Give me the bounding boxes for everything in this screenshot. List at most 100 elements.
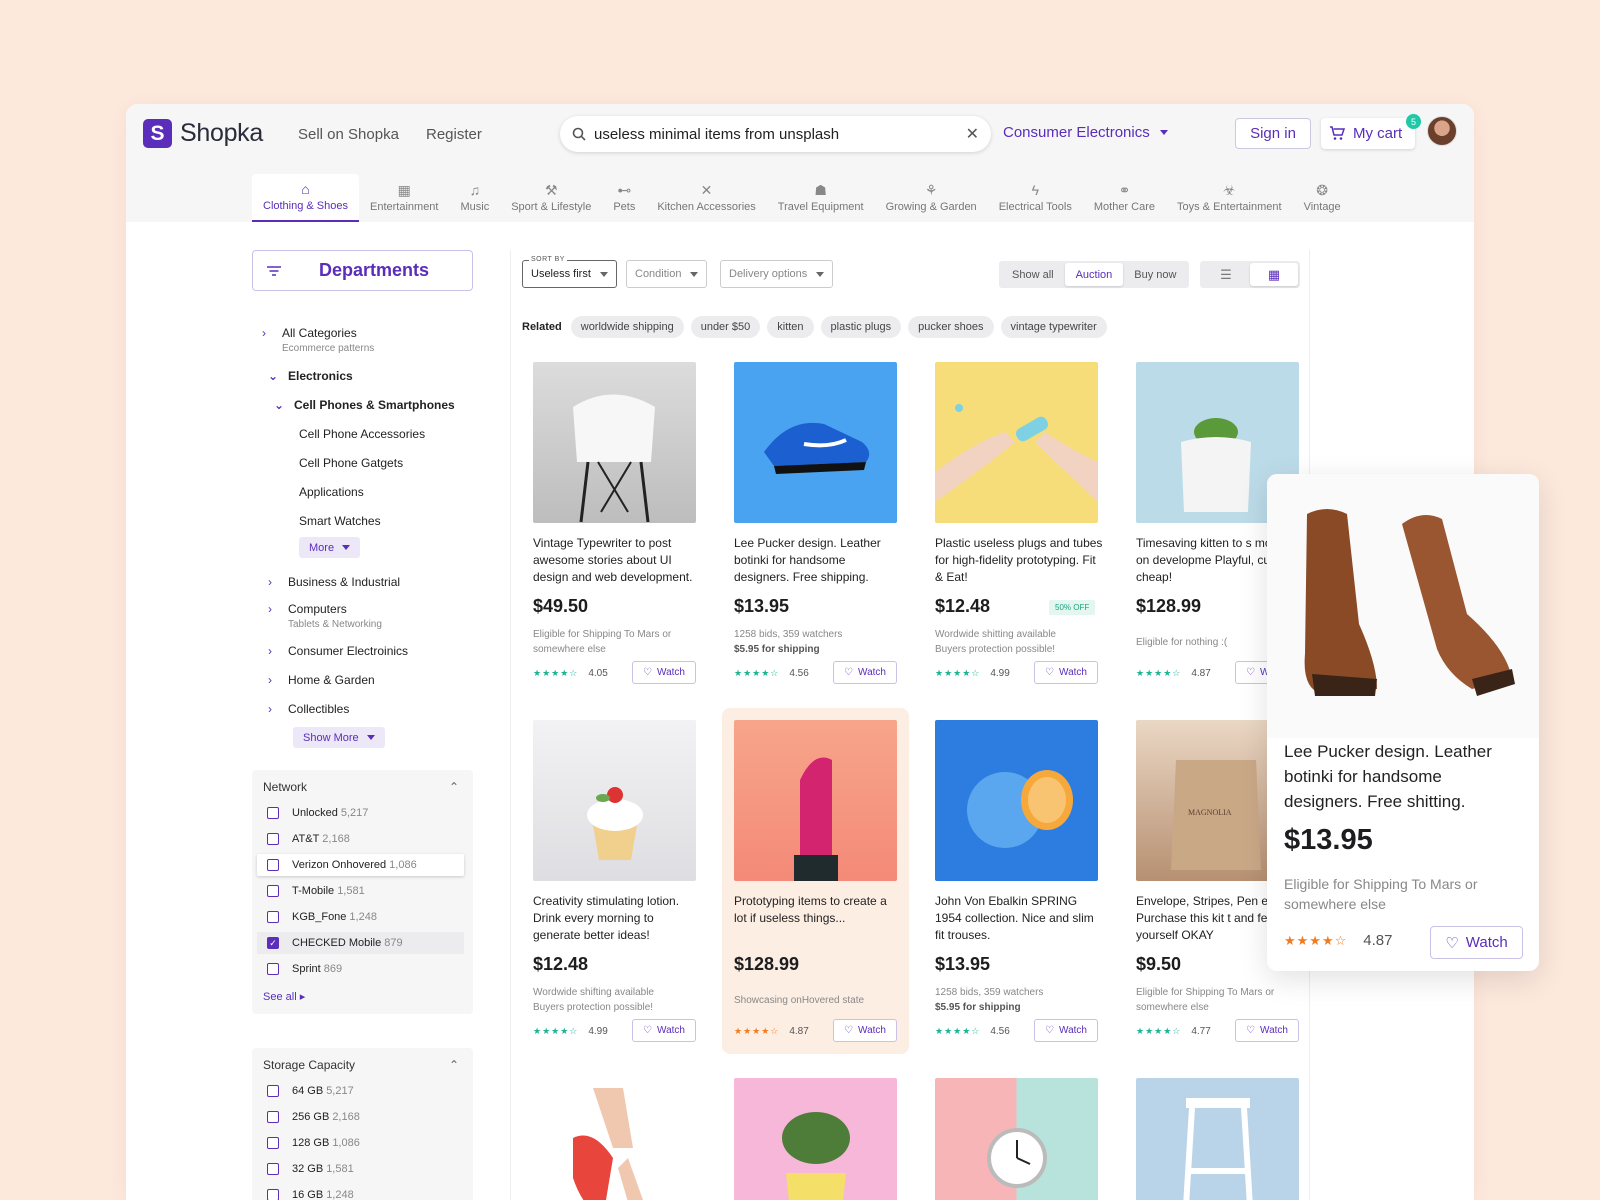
- storage-option[interactable]: 128 GB 1,086: [257, 1132, 464, 1154]
- tree-computers[interactable]: › Computers Tablets & Networking: [268, 602, 382, 630]
- logo[interactable]: S Shopka: [143, 119, 263, 148]
- product-image[interactable]: [734, 362, 897, 523]
- product-preview-image[interactable]: [1267, 474, 1539, 738]
- product-card[interactable]: [722, 1066, 909, 1200]
- storage-option[interactable]: 256 GB 2,168: [257, 1106, 464, 1128]
- tab-growing-garden[interactable]: ⚘ Growing & Garden: [875, 174, 988, 222]
- related-chip[interactable]: under $50: [690, 316, 761, 338]
- network-option[interactable]: Unlocked 5,217: [257, 802, 464, 824]
- show-more-button[interactable]: Show More: [293, 727, 385, 748]
- product-card-hovered[interactable]: Prototyping items to create a lot if use…: [722, 708, 909, 1054]
- checkbox[interactable]: [267, 1189, 279, 1200]
- tab-electrical-tools[interactable]: ϟ Electrical Tools: [988, 174, 1083, 222]
- product-title[interactable]: Creativity stimulating lotion. Drink eve…: [533, 893, 701, 944]
- checkbox[interactable]: [267, 1085, 279, 1097]
- segment-buy-now[interactable]: Buy now: [1123, 263, 1187, 286]
- chevron-up-icon[interactable]: ⌃: [449, 780, 459, 794]
- related-chip[interactable]: pucker shoes: [908, 316, 994, 338]
- product-image[interactable]: [935, 362, 1098, 523]
- product-title[interactable]: Vintage Typewriter to post awesome stori…: [533, 535, 701, 586]
- network-option[interactable]: ✓ CHECKED Mobile 879: [257, 932, 464, 954]
- tab-toys-entertainment[interactable]: ☣ Toys & Entertainment: [1166, 174, 1293, 222]
- tree-consumer-electronics[interactable]: › Consumer Electroinics: [268, 644, 408, 658]
- tab-mother-care[interactable]: ⚭ Mother Care: [1083, 174, 1166, 222]
- avatar[interactable]: [1427, 116, 1457, 146]
- delivery-dropdown[interactable]: Delivery options: [720, 260, 834, 288]
- category-select[interactable]: Consumer Electronics: [1003, 124, 1168, 141]
- product-card[interactable]: Plastic useless plugs and tubes for high…: [923, 350, 1110, 696]
- condition-dropdown[interactable]: Condition: [626, 260, 708, 288]
- product-title[interactable]: Lee Pucker design. Leather botinki for h…: [734, 535, 902, 586]
- network-option[interactable]: Sprint 869: [257, 958, 464, 980]
- sell-link[interactable]: Sell on Shopka: [298, 126, 399, 143]
- tree-applications[interactable]: Applications: [299, 485, 364, 499]
- product-image[interactable]: [734, 1078, 897, 1200]
- related-chip[interactable]: plastic plugs: [820, 316, 902, 338]
- product-image[interactable]: [935, 720, 1098, 881]
- search-input[interactable]: [594, 125, 966, 143]
- grid-view-icon[interactable]: ▦: [1250, 263, 1298, 286]
- tree-home-garden[interactable]: › Home & Garden: [268, 673, 375, 687]
- network-option[interactable]: KGB_Fone 1,248: [257, 906, 464, 928]
- checkbox-checked-icon[interactable]: ✓: [267, 937, 279, 949]
- product-image[interactable]: [533, 362, 696, 523]
- network-option[interactable]: T-Mobile 1,581: [257, 880, 464, 902]
- product-image[interactable]: [533, 1078, 696, 1200]
- checkbox[interactable]: [267, 833, 279, 845]
- product-card[interactable]: [923, 1066, 1110, 1200]
- clear-search-icon[interactable]: ✕: [966, 124, 979, 144]
- checkbox[interactable]: [267, 1137, 279, 1149]
- tree-cell-accessories[interactable]: Cell Phone Accessories: [299, 427, 425, 441]
- watch-button[interactable]: ♡ Watch: [632, 1019, 696, 1042]
- tree-electronics[interactable]: ⌄ Electronics: [268, 369, 353, 383]
- product-image[interactable]: [533, 720, 696, 881]
- checkbox[interactable]: [267, 859, 279, 871]
- product-preview-card[interactable]: Lee Pucker design. Leather botinki for h…: [1267, 474, 1539, 971]
- tree-smart-watches[interactable]: Smart Watches: [299, 514, 381, 528]
- tab-clothing-shoes[interactable]: ⌂ Clothing & Shoes: [252, 174, 359, 222]
- cart-button[interactable]: My cart: [1321, 118, 1415, 149]
- storage-option[interactable]: 32 GB 1,581: [257, 1158, 464, 1180]
- network-option[interactable]: Verizon Onhovered 1,086: [257, 854, 464, 876]
- related-chip[interactable]: worldwide shipping: [570, 316, 684, 338]
- product-card[interactable]: [521, 1066, 708, 1200]
- storage-option[interactable]: 16 GB 1,248: [257, 1184, 464, 1200]
- departments-button[interactable]: Departments: [252, 250, 473, 291]
- sort-dropdown[interactable]: SORT BY Useless first: [522, 256, 617, 288]
- tree-business-industrial[interactable]: › Business & Industrial: [268, 575, 400, 589]
- tree-cell-gadgets[interactable]: Cell Phone Gatgets: [299, 456, 403, 470]
- product-card[interactable]: Vintage Typewriter to post awesome stori…: [521, 350, 708, 696]
- related-chip[interactable]: vintage typewriter: [1000, 316, 1107, 338]
- checkbox[interactable]: [267, 885, 279, 897]
- watch-button[interactable]: ♡ Watch: [833, 1019, 897, 1042]
- related-chip[interactable]: kitten: [767, 316, 814, 338]
- tab-kitchen-accessories[interactable]: ✕ Kitchen Accessories: [646, 174, 766, 222]
- see-all-link[interactable]: See all ▸: [263, 990, 305, 1003]
- product-title[interactable]: Prototyping items to create a lot if use…: [734, 893, 902, 927]
- checkbox[interactable]: [267, 1111, 279, 1123]
- product-image[interactable]: [1136, 1078, 1299, 1200]
- tree-cell-phones[interactable]: ⌄ Cell Phones & Smartphones: [274, 398, 455, 412]
- product-title[interactable]: Plastic useless plugs and tubes for high…: [935, 535, 1103, 586]
- network-option[interactable]: AT&T 2,168: [257, 828, 464, 850]
- tab-pets[interactable]: ⊷ Pets: [602, 174, 646, 222]
- product-card[interactable]: [1124, 1066, 1311, 1200]
- watch-button[interactable]: ♡ Watch: [1034, 661, 1098, 684]
- checkbox[interactable]: [267, 1163, 279, 1175]
- product-image[interactable]: [734, 720, 897, 881]
- product-card[interactable]: Creativity stimulating lotion. Drink eve…: [521, 708, 708, 1054]
- watch-button[interactable]: ♡ Watch: [632, 661, 696, 684]
- product-image[interactable]: [935, 1078, 1098, 1200]
- tab-travel-equipment[interactable]: ☗ Travel Equipment: [767, 174, 875, 222]
- checkbox[interactable]: [267, 963, 279, 975]
- watch-button[interactable]: ♡ Watch: [1235, 1019, 1299, 1042]
- watch-button[interactable]: ♡ Watch: [833, 661, 897, 684]
- product-card[interactable]: Lee Pucker design. Leather botinki for h…: [722, 350, 909, 696]
- tab-vintage[interactable]: ❂ Vintage: [1293, 174, 1352, 222]
- more-button[interactable]: More: [299, 537, 361, 558]
- preview-watch-button[interactable]: ♡ Watch: [1430, 926, 1523, 959]
- register-link[interactable]: Register: [426, 126, 482, 143]
- watch-button[interactable]: ♡ Watch: [1034, 1019, 1098, 1042]
- tree-collectibles[interactable]: › Collectibles: [268, 702, 349, 716]
- segment-auction[interactable]: Auction: [1064, 263, 1124, 286]
